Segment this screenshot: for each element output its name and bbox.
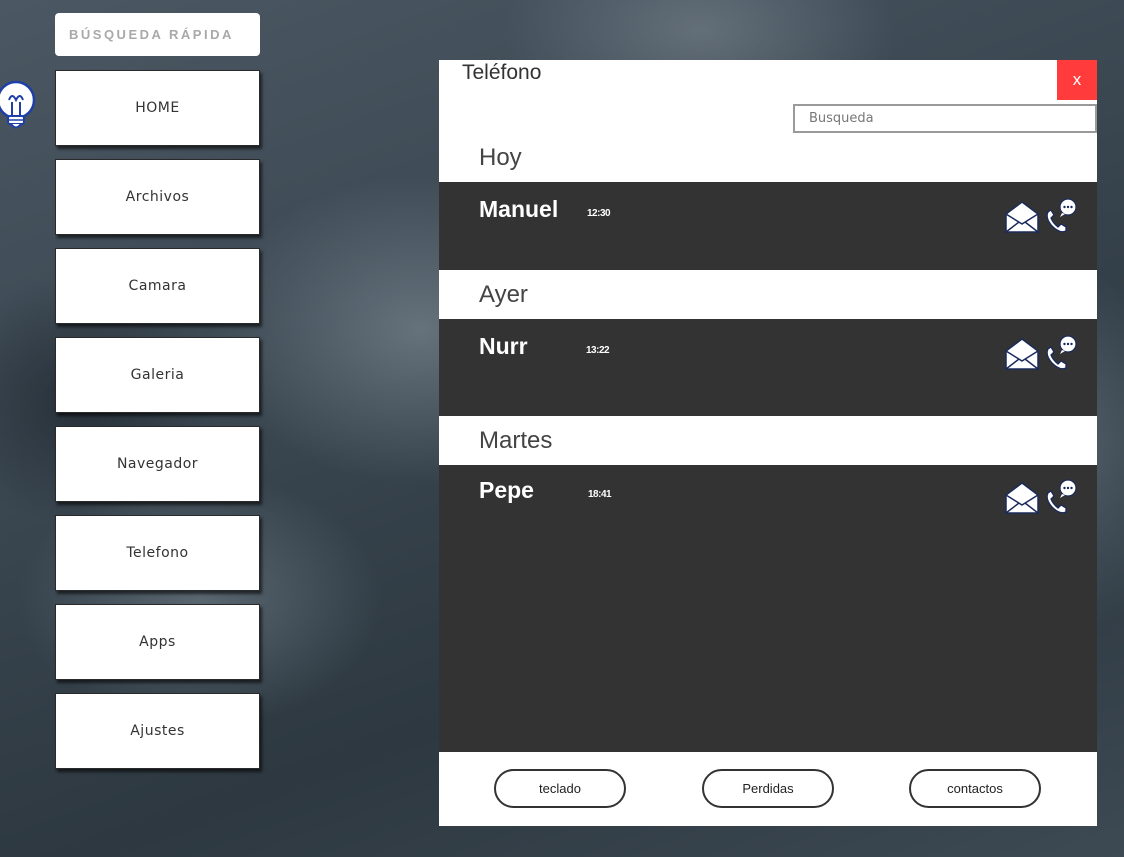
contact-name[interactable]: Nurr bbox=[479, 333, 528, 360]
lightbulb-icon[interactable] bbox=[0, 78, 36, 136]
nav-home-button[interactable]: HOME bbox=[55, 70, 260, 146]
envelope-icon[interactable] bbox=[1004, 201, 1040, 233]
nav-ajustes-button[interactable]: Ajustes bbox=[55, 693, 260, 769]
call-time: 12:30 bbox=[587, 208, 611, 219]
phone-header: Teléfono x bbox=[439, 60, 1097, 142]
phone-chat-icon[interactable] bbox=[1044, 479, 1078, 515]
phone-chat-icon[interactable] bbox=[1044, 198, 1078, 234]
day-header-hoy: Hoy bbox=[439, 133, 1097, 182]
contact-name[interactable]: Manuel bbox=[479, 196, 558, 223]
phone-chat-icon[interactable] bbox=[1044, 335, 1078, 371]
day-header-ayer: Ayer bbox=[439, 270, 1097, 319]
envelope-icon[interactable] bbox=[1004, 482, 1040, 514]
call-time: 13:22 bbox=[586, 345, 610, 356]
envelope-icon[interactable] bbox=[1004, 338, 1040, 370]
window-title: Teléfono bbox=[462, 61, 542, 84]
quick-search-button[interactable]: BÚSQUEDA RÁPIDA bbox=[55, 13, 260, 56]
nav-telefono-button[interactable]: Telefono bbox=[55, 515, 260, 591]
contact-name[interactable]: Pepe bbox=[479, 477, 534, 504]
close-button[interactable]: x bbox=[1057, 60, 1097, 100]
phone-footer: teclado Perdidas contactos bbox=[439, 752, 1097, 826]
contacts-button[interactable]: contactos bbox=[909, 769, 1041, 808]
nav-apps-button[interactable]: Apps bbox=[55, 604, 260, 680]
search-input[interactable] bbox=[793, 104, 1097, 133]
nav-galeria-button[interactable]: Galeria bbox=[55, 337, 260, 413]
keypad-button[interactable]: teclado bbox=[494, 769, 626, 808]
nav-archivos-button[interactable]: Archivos bbox=[55, 159, 260, 235]
phone-window: Teléfono x Hoy Manuel 12:30 Ayer Nurr 13… bbox=[439, 60, 1097, 826]
nav-navegador-button[interactable]: Navegador bbox=[55, 426, 260, 502]
day-header-martes: Martes bbox=[439, 416, 1097, 465]
call-time: 18:41 bbox=[588, 489, 612, 500]
missed-button[interactable]: Perdidas bbox=[702, 769, 834, 808]
nav-camara-button[interactable]: Camara bbox=[55, 248, 260, 324]
